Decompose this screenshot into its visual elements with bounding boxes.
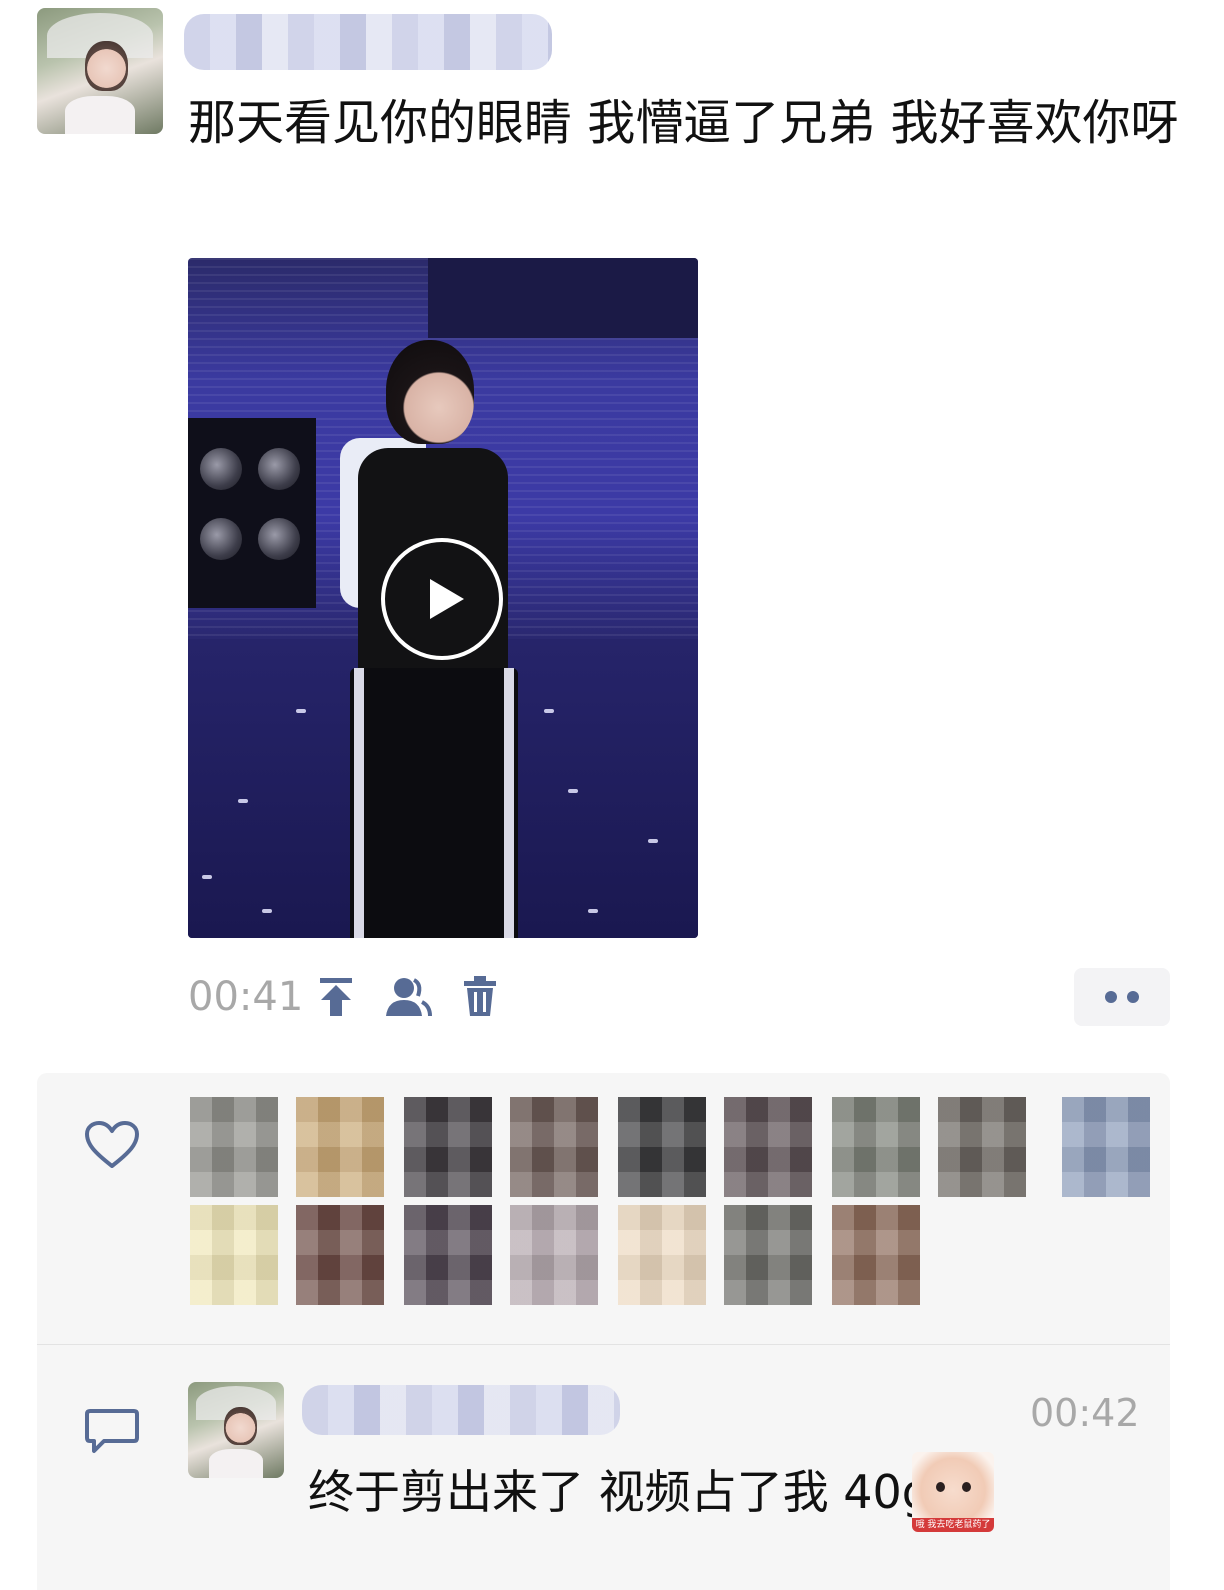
liker-avatar[interactable] [190,1205,278,1305]
commenter-avatar[interactable] [188,1382,284,1478]
pin-top-icon[interactable] [318,976,354,1018]
comment-bubble-icon[interactable] [84,1408,140,1454]
pants-stripe [504,668,514,938]
post-text: 那天看见你的眼睛 我懵逼了兄弟 我好喜欢你呀 [188,95,1179,151]
liker-avatar[interactable] [190,1097,278,1197]
poster-name-blurred[interactable] [184,14,552,70]
people-icon[interactable] [384,976,432,1018]
avatar-face [84,40,128,92]
poster-avatar[interactable] [37,8,163,134]
avatar-dress [64,96,136,134]
liker-avatar[interactable] [938,1097,1026,1197]
trash-icon[interactable] [462,974,498,1018]
liker-avatar[interactable] [296,1205,384,1305]
liker-avatar[interactable] [724,1205,812,1305]
performer-pants [350,668,518,938]
post-time: 00:41 [188,974,304,1020]
play-icon[interactable] [381,538,503,660]
liker-avatar[interactable] [296,1097,384,1197]
liker-avatar[interactable] [618,1205,706,1305]
pants-stripe [354,668,364,938]
liker-avatar[interactable] [832,1205,920,1305]
panel-divider [37,1344,1170,1345]
liker-avatar[interactable] [510,1097,598,1197]
performer-head [386,340,474,444]
liker-avatar[interactable] [832,1097,920,1197]
liker-avatar[interactable] [724,1097,812,1197]
baby-sticker: 哦 我去吃老鼠药了 [912,1452,994,1532]
liker-avatar[interactable] [404,1205,492,1305]
liker-avatar[interactable] [510,1205,598,1305]
stage-speaker [188,418,316,608]
commenter-name-blurred[interactable] [302,1385,620,1435]
comment-text: 终于剪出来了 视频占了我 40g [308,1465,931,1519]
liker-avatar[interactable] [404,1097,492,1197]
sticker-caption: 哦 我去吃老鼠药了 [912,1518,994,1532]
more-dots-icon[interactable] [1074,968,1170,1026]
comment-time: 00:42 [1030,1391,1140,1435]
stage-screen [428,258,698,338]
liker-avatar[interactable] [618,1097,706,1197]
heart-icon[interactable] [84,1120,140,1170]
liker-avatar[interactable] [1062,1097,1150,1197]
